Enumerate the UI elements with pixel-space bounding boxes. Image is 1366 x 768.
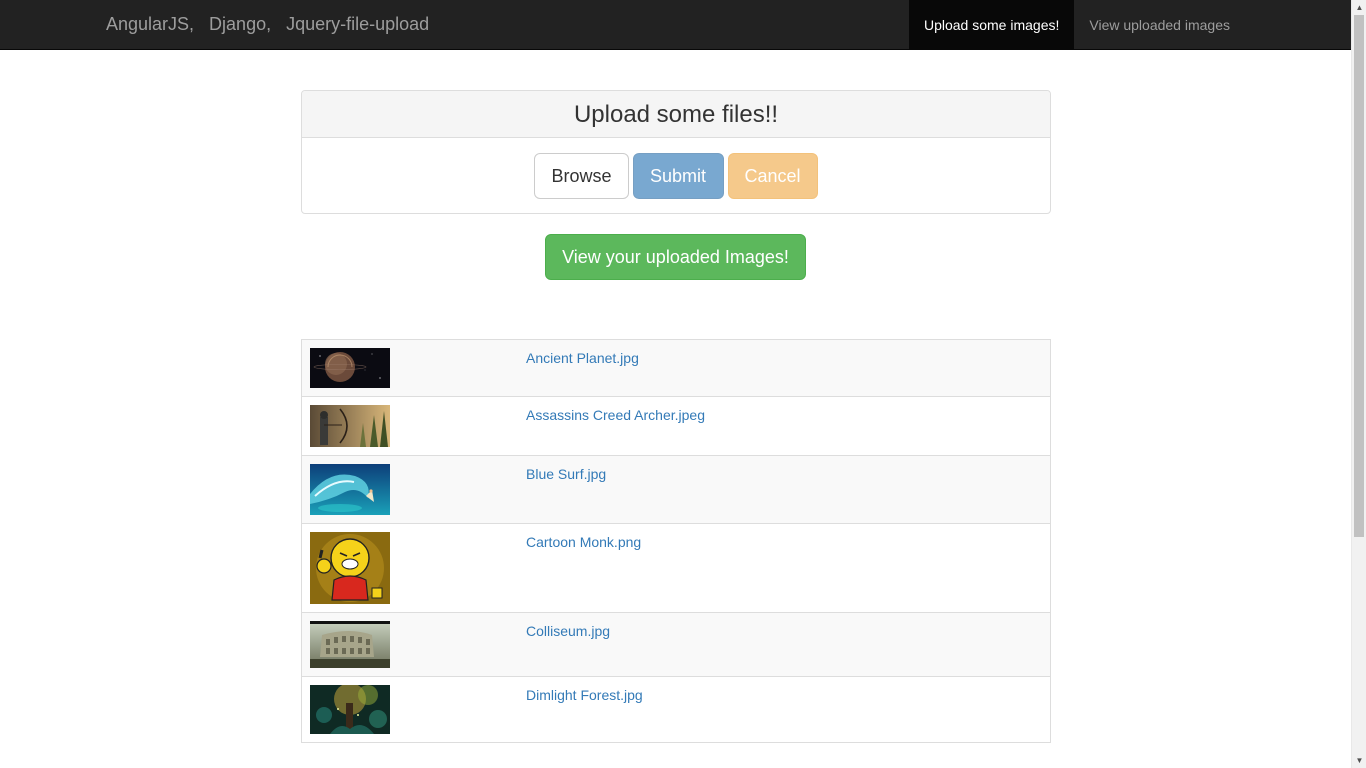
file-name-link[interactable]: Assassins Creed Archer.jpeg bbox=[526, 407, 705, 423]
browse-button[interactable]: Browse bbox=[534, 152, 629, 199]
page: AngularJS, Django, Jquery-file-upload Up… bbox=[0, 0, 1351, 768]
colosseum-thumbnail-icon[interactable] bbox=[310, 621, 390, 668]
monk-thumbnail-icon[interactable] bbox=[310, 532, 390, 604]
table-row: Dimlight Forest.jpg bbox=[302, 676, 1050, 742]
archer-thumbnail-icon[interactable] bbox=[310, 405, 390, 447]
nav-link-upload-images[interactable]: Upload some images! bbox=[908, 0, 1075, 50]
planet-thumbnail-icon[interactable] bbox=[310, 348, 390, 388]
file-name-cell: Cartoon Monk.png bbox=[518, 524, 649, 612]
forest-thumbnail-icon[interactable] bbox=[310, 685, 390, 734]
thumbnail-cell bbox=[302, 677, 518, 742]
scroll-up-arrow-icon[interactable]: ▲ bbox=[1352, 0, 1366, 15]
navbar: AngularJS, Django, Jquery-file-upload Up… bbox=[0, 0, 1351, 50]
file-name-link[interactable]: Colliseum.jpg bbox=[526, 623, 610, 639]
table-row: Assassins Creed Archer.jpeg bbox=[302, 396, 1050, 455]
file-name-link[interactable]: Blue Surf.jpg bbox=[526, 466, 606, 482]
navbar-brand[interactable]: AngularJS, Django, Jquery-file-upload bbox=[106, 14, 429, 35]
table-row: Ancient Planet.jpg bbox=[302, 340, 1050, 396]
view-uploaded-images-button[interactable]: View your uploaded Images! bbox=[545, 234, 806, 280]
thumbnail-cell bbox=[302, 524, 518, 612]
upload-panel-body: Browse Submit Cancel bbox=[302, 138, 1050, 213]
upload-panel: Upload some files!! Browse Submit Cancel bbox=[301, 90, 1051, 214]
table-row: Cartoon Monk.png bbox=[302, 523, 1050, 612]
vertical-scrollbar[interactable]: ▲ ▼ bbox=[1351, 0, 1366, 768]
table-row: Colliseum.jpg bbox=[302, 612, 1050, 676]
surf-thumbnail-icon[interactable] bbox=[310, 464, 390, 515]
navbar-links: Upload some images! View uploaded images bbox=[908, 0, 1245, 50]
file-name-cell: Dimlight Forest.jpg bbox=[518, 677, 651, 742]
thumbnail-cell bbox=[302, 613, 518, 676]
cancel-button[interactable]: Cancel bbox=[727, 152, 818, 199]
file-name-cell: Blue Surf.jpg bbox=[518, 456, 614, 523]
file-name-link[interactable]: Cartoon Monk.png bbox=[526, 534, 641, 550]
nav-link-view-uploaded-images[interactable]: View uploaded images bbox=[1074, 0, 1245, 50]
file-name-cell: Assassins Creed Archer.jpeg bbox=[518, 397, 713, 455]
uploaded-files-table: Ancient Planet.jpg Assassins Creed Arche… bbox=[301, 339, 1051, 743]
upload-panel-title: Upload some files!! bbox=[302, 91, 1050, 138]
thumbnail-cell bbox=[302, 340, 518, 396]
file-name-link[interactable]: Dimlight Forest.jpg bbox=[526, 687, 643, 703]
scrollbar-thumb[interactable] bbox=[1354, 15, 1364, 537]
thumbnail-cell bbox=[302, 397, 518, 455]
scroll-down-arrow-icon[interactable]: ▼ bbox=[1352, 753, 1366, 768]
submit-button[interactable]: Submit bbox=[632, 152, 724, 199]
thumbnail-cell bbox=[302, 456, 518, 523]
file-name-cell: Colliseum.jpg bbox=[518, 613, 618, 676]
file-name-cell: Ancient Planet.jpg bbox=[518, 340, 647, 396]
table-row: Blue Surf.jpg bbox=[302, 455, 1050, 523]
file-name-link[interactable]: Ancient Planet.jpg bbox=[526, 350, 639, 366]
